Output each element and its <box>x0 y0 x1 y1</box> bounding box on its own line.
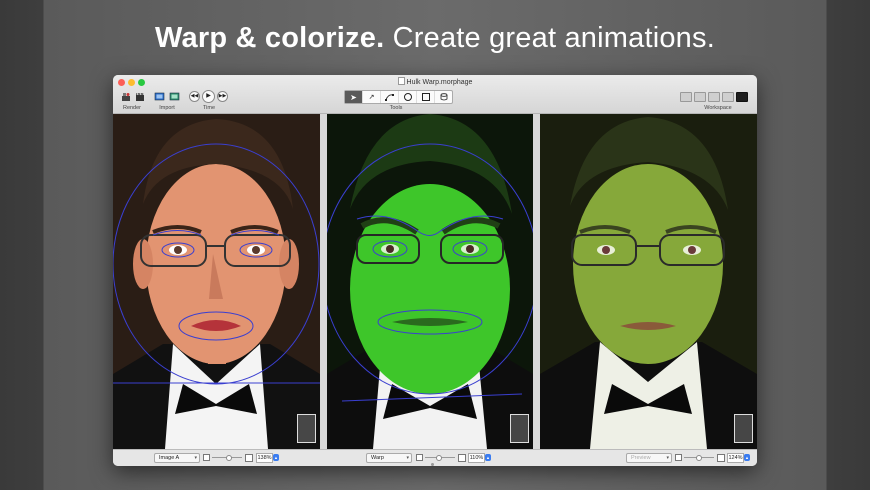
tools-segmented-control: ➤ ↗ <box>344 90 453 104</box>
zoom-out-icon[interactable] <box>416 454 423 461</box>
preview-photo <box>540 114 757 449</box>
zoom-slider-2[interactable] <box>425 455 455 461</box>
workspace-layout-1[interactable] <box>680 92 692 102</box>
circle-icon <box>403 93 412 101</box>
zoom-field-2[interactable]: 110% <box>468 453 485 463</box>
slider-knob[interactable] <box>696 455 702 461</box>
zoom-in-icon[interactable] <box>458 454 466 462</box>
headline-bold: Warp & colorize. <box>155 22 385 54</box>
zoom-stepper-2[interactable]: ▲ <box>485 454 491 461</box>
render-button[interactable] <box>120 90 131 103</box>
import-label: Import <box>159 105 175 111</box>
image-a-canvas[interactable] <box>113 114 320 449</box>
time-label: Time <box>202 105 216 111</box>
bottom-bar: Image A 138% ▲ Warp 110% ▲ Preview 124% … <box>113 449 757 466</box>
zoom-field-1[interactable]: 138% <box>256 453 273 463</box>
headline: Warp & colorize. Create great animations… <box>0 22 870 55</box>
workspace-layout-5[interactable] <box>736 92 748 102</box>
arrow-icon: ↗ <box>368 94 375 101</box>
zoom-in-icon[interactable] <box>245 454 253 462</box>
zoom-field-3[interactable]: 124% <box>727 453 744 463</box>
window-title: Hulk Warp.morphage <box>113 77 757 86</box>
frame-thumbnail[interactable] <box>734 414 753 443</box>
window-title-text: Hulk Warp.morphage <box>406 79 473 86</box>
mask-tool[interactable] <box>435 91 452 103</box>
frame-thumbnail[interactable] <box>297 414 316 443</box>
square-icon <box>421 93 430 101</box>
slider-knob[interactable] <box>226 455 232 461</box>
preview-select: Preview <box>626 453 672 463</box>
rewind-icon: ◀◀ <box>189 91 200 102</box>
clapperboard-icon <box>135 92 144 101</box>
preview-canvas[interactable] <box>540 114 757 449</box>
circle-tool[interactable] <box>399 91 417 103</box>
app-window: Hulk Warp.morphage Render Import ◀◀ ▶ ▶▶… <box>113 75 757 466</box>
point-tool[interactable]: ↗ <box>363 91 381 103</box>
warp-tool[interactable] <box>381 91 399 103</box>
import-b-button[interactable] <box>168 90 180 103</box>
import-a-button[interactable] <box>153 90 165 103</box>
play-button[interactable]: ▶ <box>202 90 215 103</box>
warp-photo <box>327 114 533 449</box>
play-icon: ▶ <box>202 90 215 103</box>
document-icon <box>397 77 405 85</box>
zoom-stepper-1[interactable]: ▲ <box>273 454 279 461</box>
mask-icon <box>440 93 447 101</box>
zoom-out-icon[interactable] <box>203 454 210 461</box>
arrow-icon: ➤ <box>350 92 357 102</box>
titlebar: Hulk Warp.morphage Render Import ◀◀ ▶ ▶▶… <box>113 75 757 114</box>
import-icon <box>154 92 164 101</box>
render-label: Render <box>122 105 142 111</box>
import-icon <box>169 92 179 101</box>
slider-knob[interactable] <box>436 455 442 461</box>
zoom-stepper-3[interactable]: ▲ <box>744 454 750 461</box>
movie-button[interactable] <box>134 90 145 103</box>
render-icon <box>121 92 130 101</box>
headline-rest: Create great animations. <box>392 22 715 54</box>
warp-icon <box>385 94 394 101</box>
panel-divider[interactable] <box>533 114 540 449</box>
select-tool[interactable]: ➤ <box>345 91 363 103</box>
zoom-slider-1[interactable] <box>212 455 242 461</box>
workspace-layout-4[interactable] <box>722 92 734 102</box>
zoom-out-icon[interactable] <box>675 454 682 461</box>
tools-label: Tools <box>389 105 403 111</box>
frame-thumbnail[interactable] <box>510 414 529 443</box>
resize-grip[interactable] <box>431 463 434 466</box>
forward-button[interactable]: ▶▶ <box>217 90 228 103</box>
workspace-label: Workspace <box>704 105 732 111</box>
square-tool[interactable] <box>417 91 435 103</box>
rewind-button[interactable]: ◀◀ <box>189 90 200 103</box>
workspace-layout-3[interactable] <box>708 92 720 102</box>
panel-divider[interactable] <box>320 114 327 449</box>
forward-icon: ▶▶ <box>217 91 228 102</box>
image-a-select[interactable]: Image A <box>154 453 200 463</box>
zoom-in-icon[interactable] <box>717 454 725 462</box>
warp-canvas[interactable] <box>327 114 533 449</box>
workspace-layout-2[interactable] <box>694 92 706 102</box>
warp-select[interactable]: Warp <box>366 453 412 463</box>
zoom-slider-3[interactable] <box>684 455 714 461</box>
image-a-photo <box>113 114 320 449</box>
